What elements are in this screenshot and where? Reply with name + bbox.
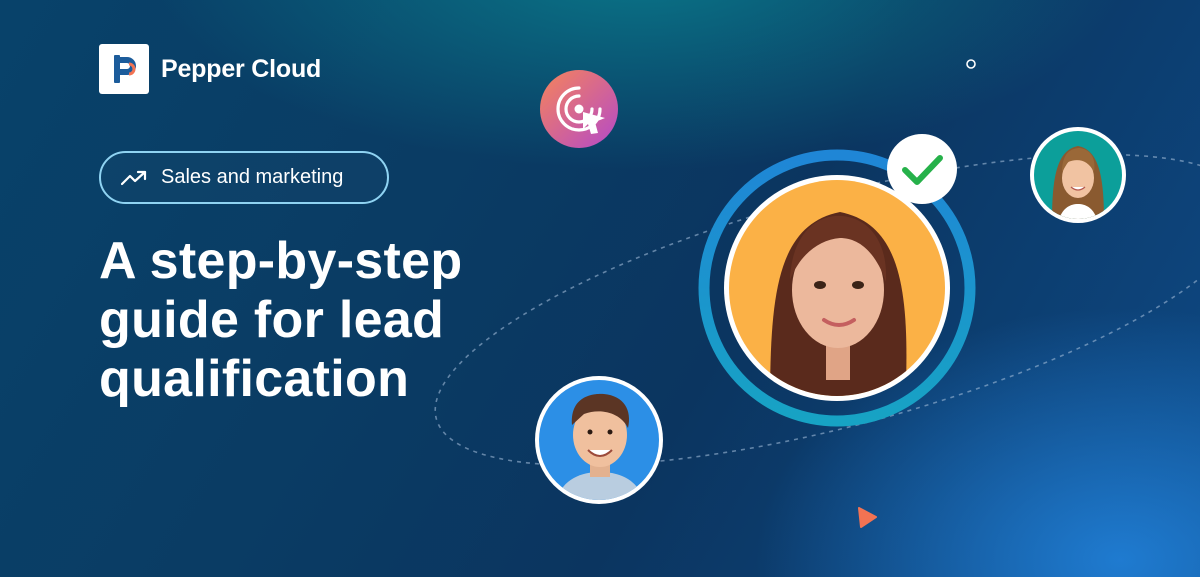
target-click-icon — [540, 70, 618, 148]
small-circle-icon — [966, 59, 976, 69]
checkmark-icon — [887, 134, 957, 204]
woman-avatar-small — [1030, 127, 1126, 223]
man-avatar — [535, 376, 663, 504]
lead-illustration — [434, 59, 1200, 528]
hero-banner: Pepper Cloud Sales and marketing A step-… — [0, 0, 1200, 577]
play-icon — [858, 507, 877, 528]
